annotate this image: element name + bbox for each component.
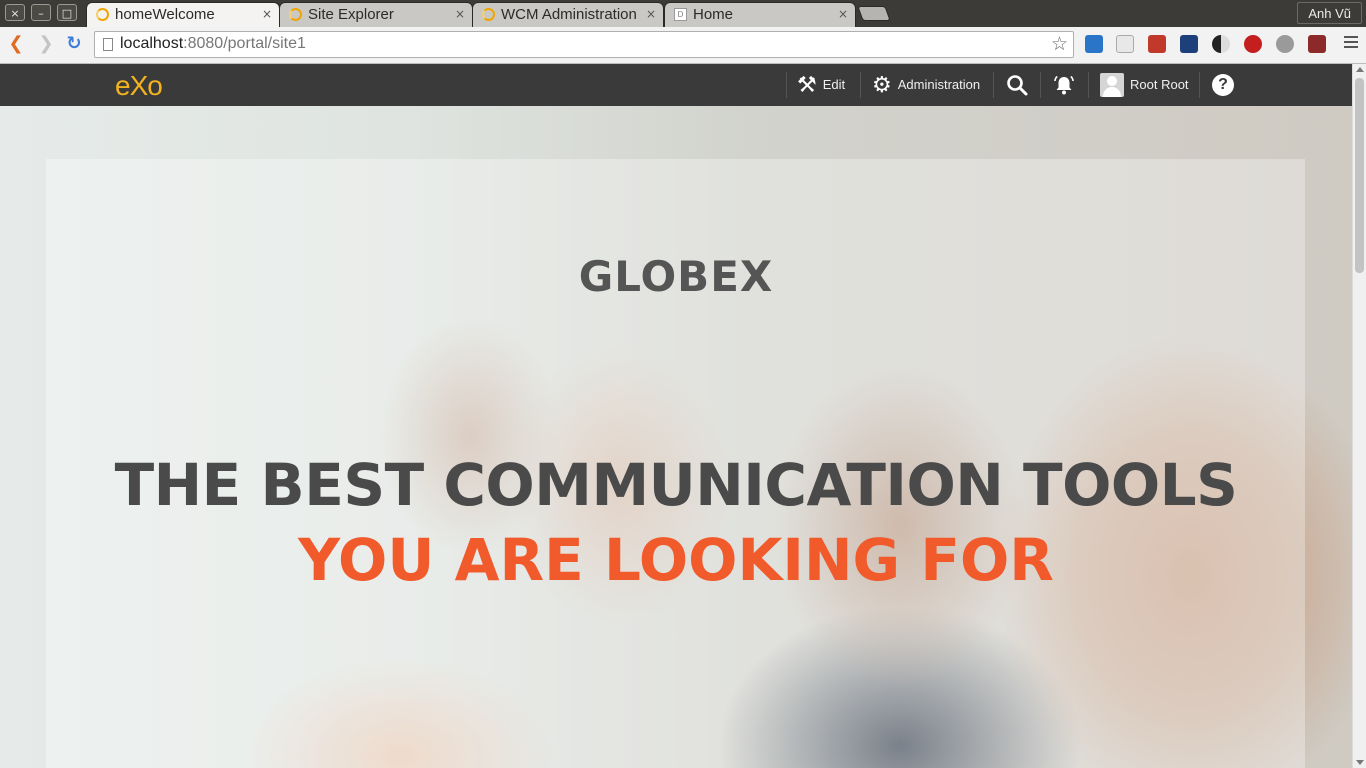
close-icon[interactable]: × bbox=[646, 7, 656, 21]
address-bar[interactable]: localhost:8080/portal/site1 ☆ bbox=[94, 31, 1074, 58]
tab-title: homeWelcome bbox=[115, 6, 215, 23]
extension-image-icon[interactable] bbox=[1308, 35, 1326, 53]
tab-title: WCM Administration bbox=[501, 6, 637, 23]
portal-toolbar: eXo ⚒ Edit ⚙ Administration Root Root ? bbox=[0, 64, 1352, 106]
extension-reel-icon[interactable] bbox=[1276, 35, 1294, 53]
new-tab-button[interactable] bbox=[857, 6, 891, 21]
edit-label: Edit bbox=[822, 77, 846, 92]
page-scrollbar[interactable] bbox=[1352, 64, 1366, 768]
extension-chart-icon[interactable] bbox=[1180, 35, 1198, 53]
tab-home[interactable]: D Home × bbox=[664, 2, 856, 27]
help-icon: ? bbox=[1212, 74, 1234, 96]
brand-name: GLOBEX bbox=[578, 252, 774, 301]
scroll-down-arrow-icon[interactable] bbox=[1356, 760, 1364, 765]
nav-divider bbox=[786, 72, 787, 98]
loading-spinner-icon bbox=[482, 8, 495, 21]
browser-menu-icon[interactable] bbox=[1344, 36, 1358, 51]
page-icon bbox=[103, 38, 113, 51]
extension-power-icon[interactable] bbox=[1244, 35, 1262, 53]
exo-logo[interactable]: eXo bbox=[115, 70, 163, 102]
extension-save-icon[interactable] bbox=[1148, 35, 1166, 53]
edit-menu[interactable]: ⚒ Edit bbox=[797, 64, 845, 106]
nav-divider bbox=[1040, 72, 1041, 98]
bell-icon bbox=[1054, 75, 1074, 95]
administration-menu[interactable]: ⚙ Administration bbox=[872, 64, 980, 106]
window-close-button[interactable]: × bbox=[5, 4, 25, 21]
search-button[interactable] bbox=[1005, 64, 1029, 106]
tab-site-explorer[interactable]: Site Explorer × bbox=[279, 2, 473, 27]
bookmark-star-icon[interactable]: ☆ bbox=[1051, 33, 1068, 55]
tab-home-welcome[interactable]: homeWelcome × bbox=[86, 2, 280, 27]
nav-divider bbox=[1199, 72, 1200, 98]
close-icon[interactable]: × bbox=[455, 7, 465, 21]
loading-spinner-icon bbox=[289, 8, 302, 21]
back-arrow-icon[interactable]: ❮ bbox=[6, 34, 26, 54]
scroll-up-arrow-icon[interactable] bbox=[1356, 67, 1364, 72]
gear-icon: ⚙ bbox=[872, 72, 892, 97]
tab-title: Site Explorer bbox=[308, 6, 394, 23]
hero-banner: GLOBEX THE BEST COMMUNICATION TOOLS YOU … bbox=[0, 106, 1352, 768]
browser-toolbar: ❮ ❯ ↻ localhost:8080/portal/site1 ☆ bbox=[0, 27, 1366, 64]
notifications-button[interactable] bbox=[1052, 64, 1076, 106]
tab-wcm-administration[interactable]: WCM Administration × bbox=[472, 2, 664, 27]
url-text[interactable]: localhost:8080/portal/site1 bbox=[120, 35, 306, 53]
document-icon: D bbox=[674, 8, 687, 21]
nav-divider bbox=[1088, 72, 1089, 98]
extension-x-icon[interactable] bbox=[1085, 35, 1103, 53]
close-icon[interactable]: × bbox=[838, 7, 848, 21]
nav-divider bbox=[860, 72, 861, 98]
nav-divider bbox=[993, 72, 994, 98]
reload-icon[interactable]: ↻ bbox=[64, 34, 84, 54]
scrollbar-thumb[interactable] bbox=[1355, 78, 1364, 273]
avatar bbox=[1100, 73, 1124, 97]
extension-info-icon[interactable] bbox=[1116, 35, 1134, 53]
hero-headline-line1: THE BEST COMMUNICATION TOOLS bbox=[114, 451, 1238, 519]
user-menu[interactable]: Root Root bbox=[1100, 64, 1189, 106]
loading-spinner-icon bbox=[96, 8, 109, 21]
forward-arrow-icon[interactable]: ❯ bbox=[36, 34, 56, 54]
user-name: Root Root bbox=[1130, 77, 1189, 92]
extension-contrast-icon[interactable] bbox=[1212, 35, 1230, 53]
administration-label: Administration bbox=[897, 77, 981, 92]
browser-profile-button[interactable]: Anh Vũ bbox=[1297, 2, 1362, 24]
window-minimize-button[interactable]: – bbox=[31, 4, 51, 21]
window-maximize-button[interactable]: □ bbox=[57, 4, 77, 21]
tools-icon: ⚒ bbox=[797, 72, 817, 97]
tab-title: Home bbox=[693, 6, 734, 23]
hero-headline-line2: YOU ARE LOOKING FOR bbox=[298, 526, 1054, 594]
close-icon[interactable]: × bbox=[262, 7, 272, 21]
help-button[interactable]: ? bbox=[1212, 64, 1234, 106]
search-icon bbox=[1007, 75, 1028, 96]
browser-tab-strip: × – □ homeWelcome × Site Explorer × WCM … bbox=[0, 0, 1366, 27]
